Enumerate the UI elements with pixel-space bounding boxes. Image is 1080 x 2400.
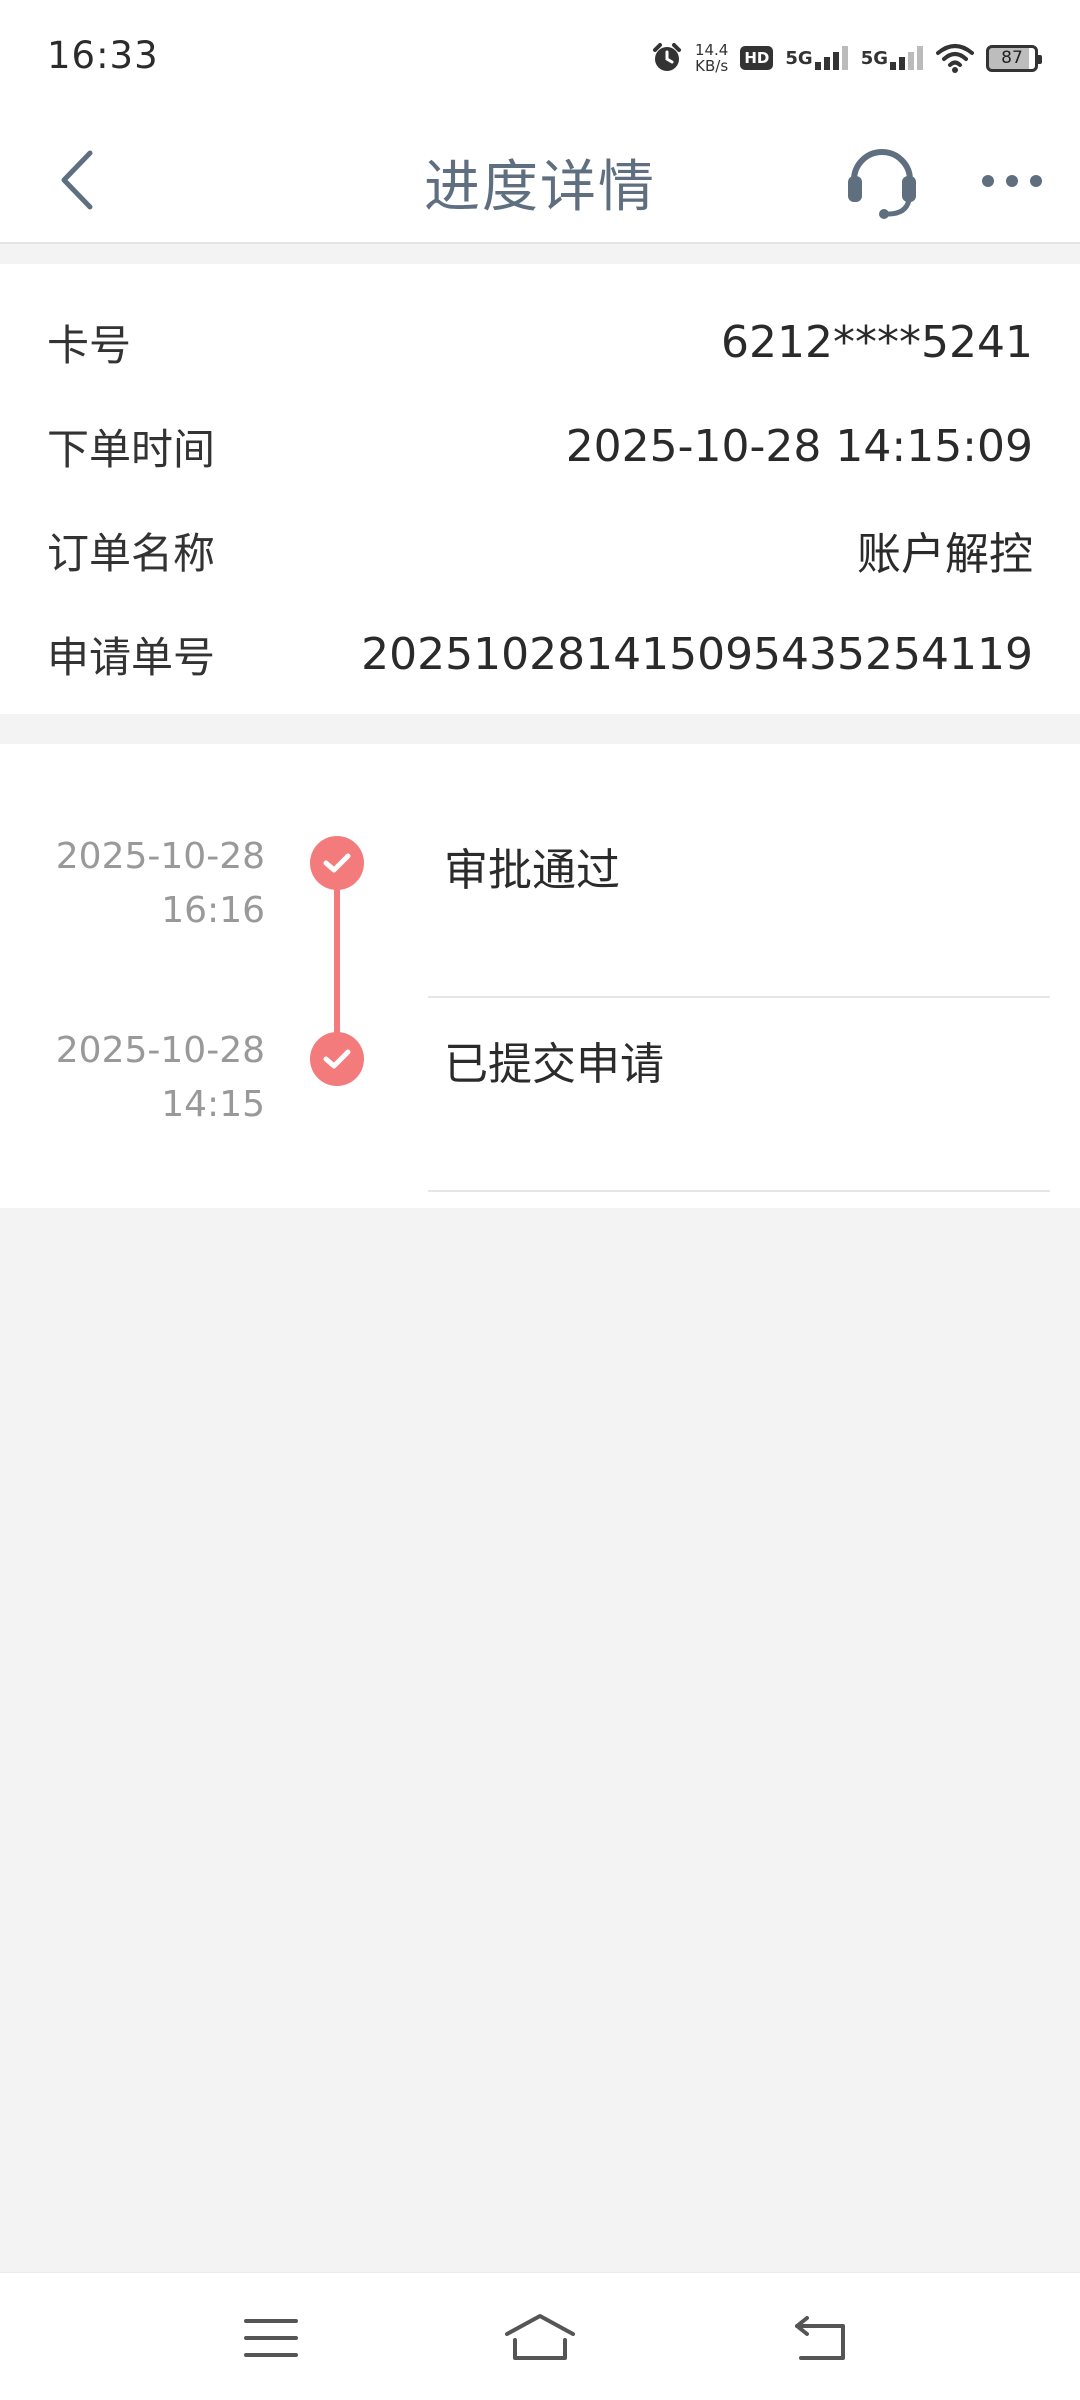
status-time: 16:33	[47, 34, 159, 77]
order-info-card: 卡号 6212****5241 下单时间 2025-10-28 14:15:09…	[0, 264, 1080, 714]
info-row-card-number: 卡号 6212****5241	[0, 290, 1080, 394]
signal-icon: 5G	[785, 46, 848, 70]
timeline-item: 2025-10-28 16:16 审批通过	[0, 830, 1080, 1026]
info-row-application-number: 申请单号 2025102814150954352541​19	[0, 602, 1080, 706]
timeline-item: 2025-10-28 14:15 已提交申请	[0, 1024, 1080, 1220]
status-bar: 16:33 14.4 KB/s HD 5G 5G 87	[0, 0, 1080, 116]
info-value: 账户解控	[857, 529, 1033, 580]
progress-timeline: 2025-10-28 16:16 审批通过 2025-10-28 14:15 已…	[0, 744, 1080, 1208]
check-circle-icon	[310, 1032, 364, 1086]
info-label: 订单名称	[47, 528, 216, 578]
divider	[428, 996, 1050, 998]
customer-service-button[interactable]	[836, 134, 928, 226]
alarm-icon	[651, 42, 683, 74]
back-arrow-icon	[795, 2316, 845, 2360]
network-speed: 14.4 KB/s	[694, 41, 729, 75]
progress-detail-page: 16:33 14.4 KB/s HD 5G 5G 87 进度详情 卡号 6212…	[0, 0, 1080, 2400]
timeline-status: 已提交申请	[444, 1039, 664, 1090]
timeline-time: 2025-10-28 16:16	[55, 836, 265, 931]
info-row-order-time: 下单时间 2025-10-28 14:15:09	[0, 394, 1080, 498]
battery-icon: 87	[986, 44, 1042, 72]
menu-button[interactable]	[226, 2303, 316, 2373]
wifi-icon	[936, 43, 974, 73]
status-icons: 14.4 KB/s HD 5G 5G 87	[651, 36, 1042, 80]
info-value: 2025-10-28 14:15:09	[565, 420, 1033, 472]
info-label: 下单时间	[47, 424, 216, 474]
menu-icon	[244, 2319, 298, 2357]
home-icon	[505, 2314, 575, 2360]
info-label: 申请单号	[47, 632, 216, 682]
timeline-time: 2025-10-28 14:15	[55, 1030, 265, 1125]
system-navigation-bar	[0, 2272, 1080, 2400]
info-row-order-name: 订单名称 账户解控	[0, 498, 1080, 602]
info-value: 6212****5241	[721, 316, 1033, 368]
navigation-bar: 进度详情	[0, 116, 1080, 244]
timeline-status: 审批通过	[444, 845, 620, 896]
home-button[interactable]	[495, 2303, 585, 2373]
info-value: 2025102814150954352541​19	[361, 628, 1033, 680]
info-label: 卡号	[47, 320, 132, 370]
more-button[interactable]	[972, 146, 1052, 216]
headset-icon	[848, 149, 916, 219]
back-nav-button[interactable]	[777, 2303, 867, 2373]
check-circle-icon	[310, 836, 364, 890]
more-dots-icon	[982, 175, 1042, 187]
hd-icon: HD	[740, 46, 774, 70]
divider	[428, 1190, 1050, 1192]
signal-icon: 5G	[861, 46, 924, 70]
